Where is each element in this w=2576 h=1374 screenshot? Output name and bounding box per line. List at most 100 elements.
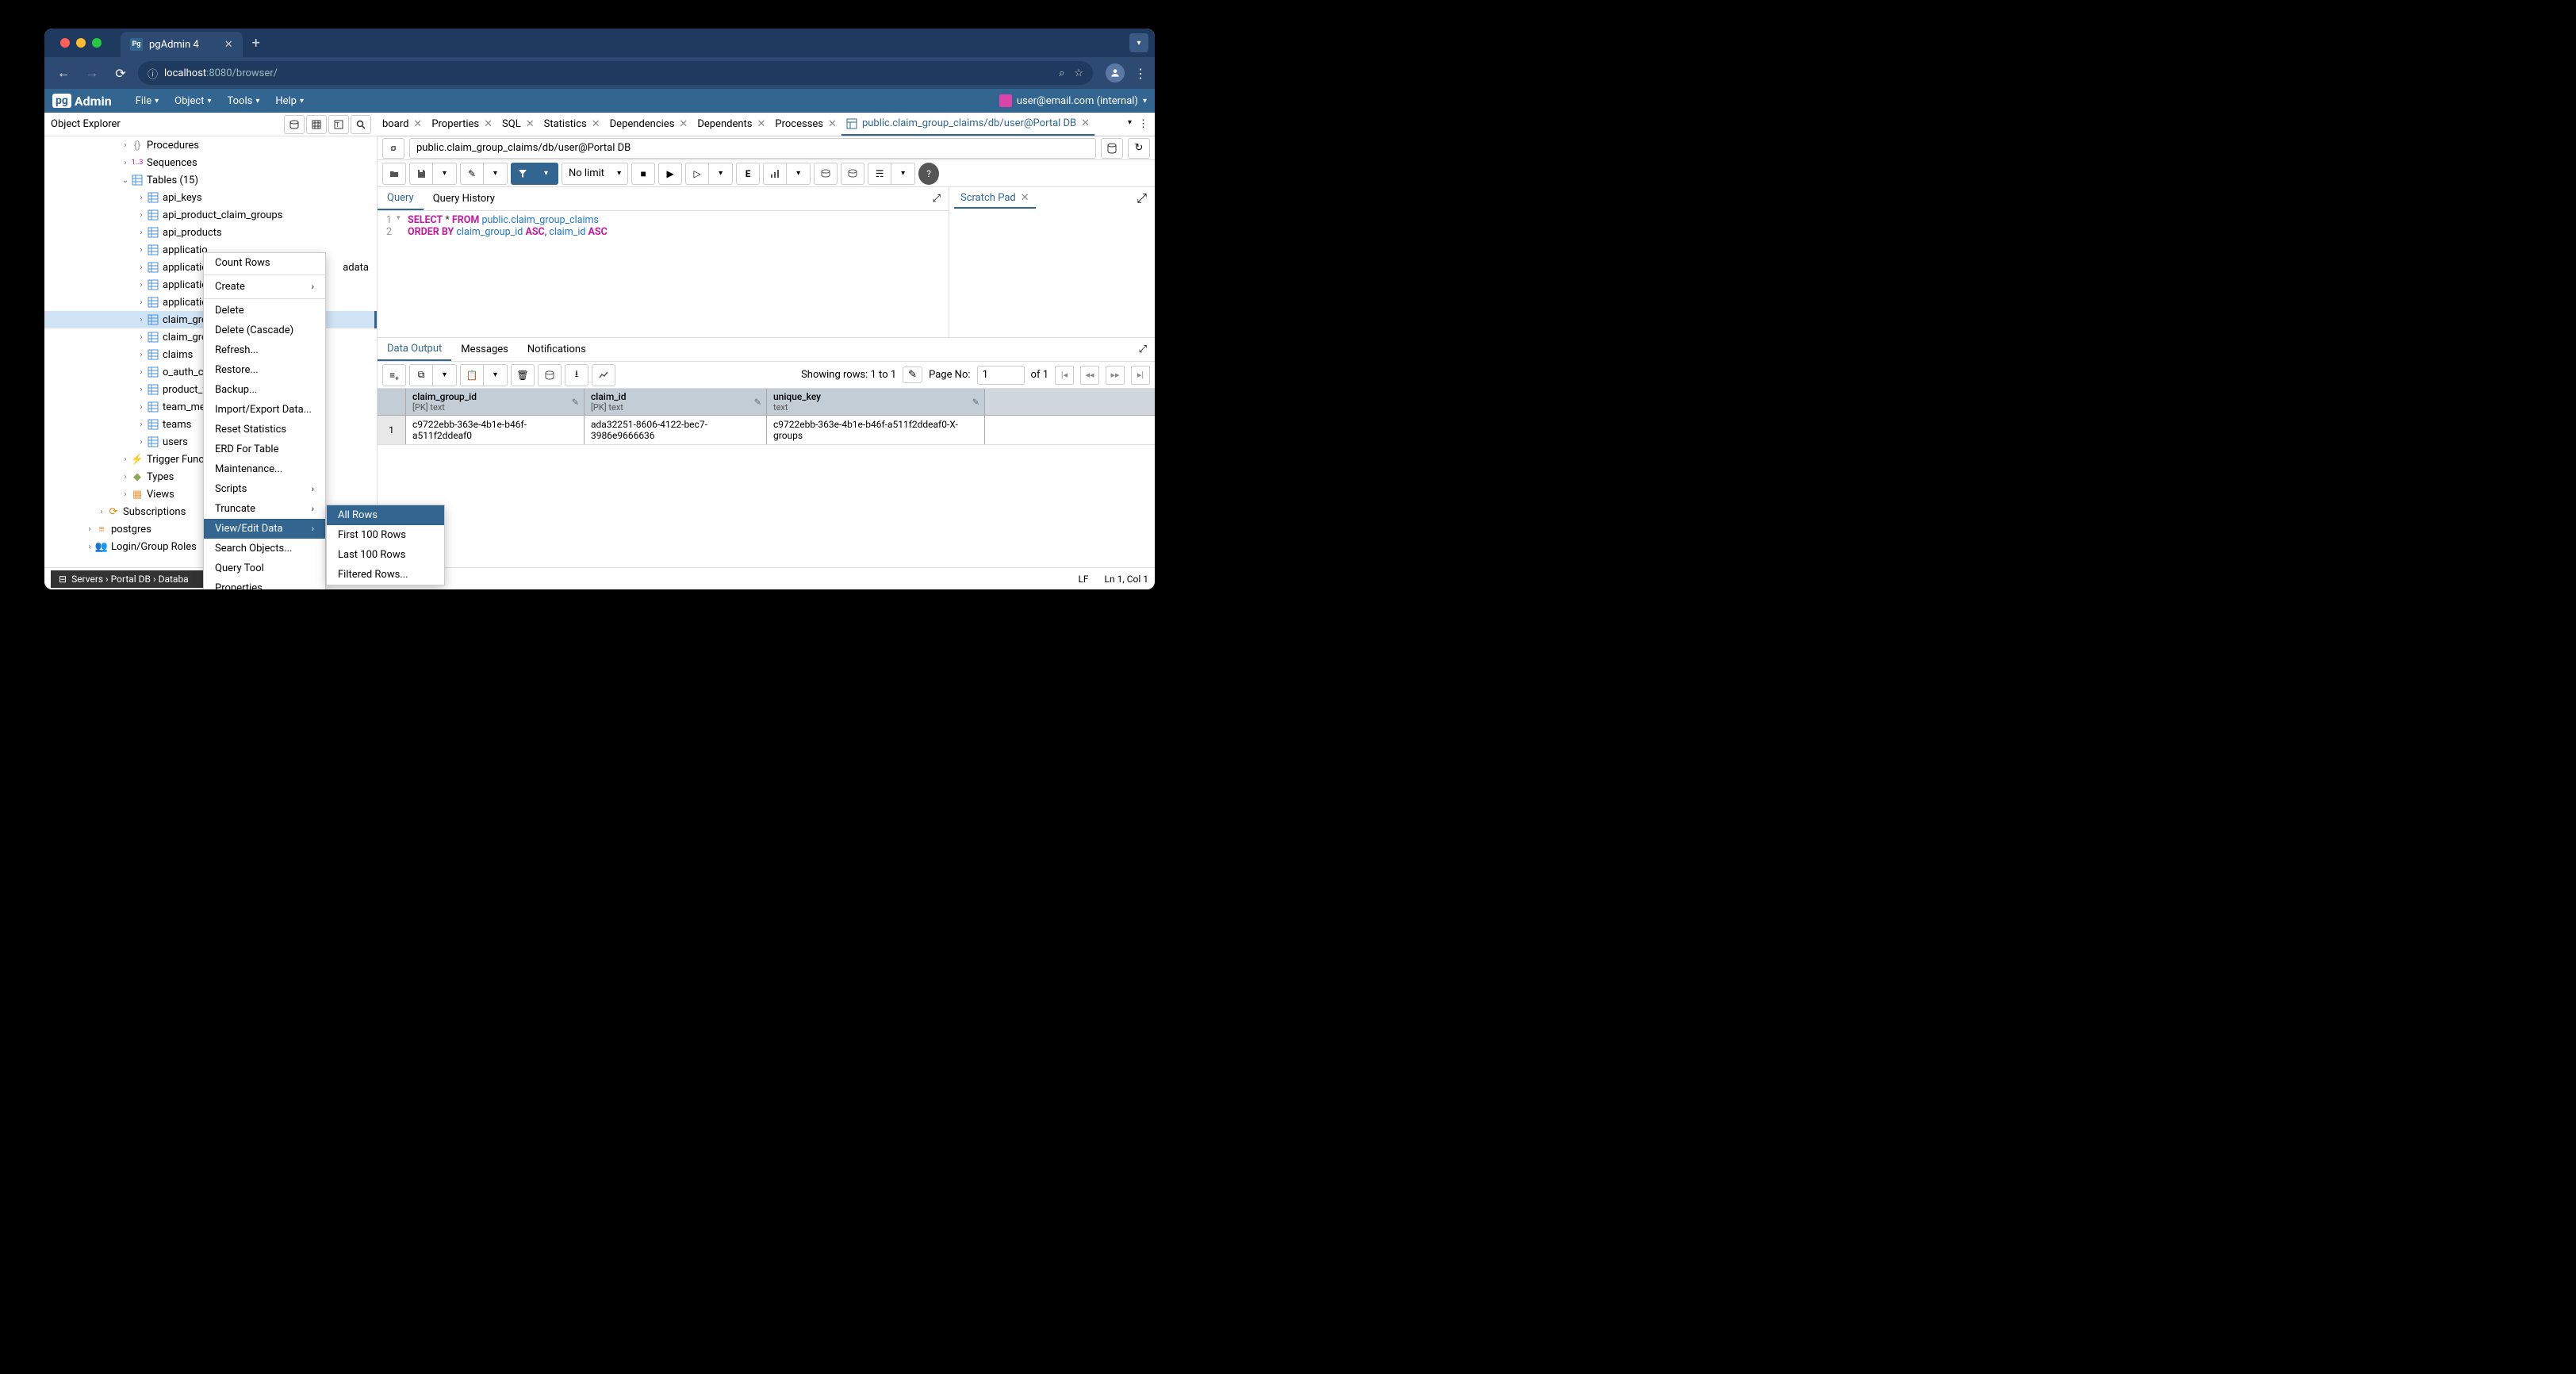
expand-editor-icon[interactable]: ⤢	[925, 193, 949, 205]
expand-scratch-icon[interactable]: ⤢	[1129, 190, 1155, 206]
prev-page-button[interactable]: ◂◂	[1080, 366, 1099, 385]
ctx-delete[interactable]: Delete	[204, 301, 325, 320]
ctx-properties-[interactable]: Properties...	[204, 578, 325, 589]
new-tab-button[interactable]: +	[252, 35, 260, 52]
tab-dependents[interactable]: Dependents✕	[692, 113, 770, 136]
reload-button[interactable]: ⟳	[109, 62, 132, 84]
execute-dropdown-button[interactable]: ▾	[709, 163, 733, 185]
ctx-query-tool[interactable]: Query Tool	[204, 558, 325, 578]
download-button[interactable]: ⭳	[565, 364, 588, 386]
reset-layout-button[interactable]: ↻	[1128, 138, 1150, 159]
close-icon[interactable]: ✕	[592, 118, 600, 130]
bookmark-star-icon[interactable]: ☆	[1074, 67, 1083, 79]
ctx-scripts[interactable]: Scripts›	[204, 479, 325, 499]
tree-toggle-icon[interactable]: ›	[120, 455, 131, 464]
password-key-icon[interactable]: ⌕	[1059, 67, 1064, 79]
ctx-refresh-[interactable]: Refresh...	[204, 340, 325, 360]
save-button[interactable]	[409, 163, 433, 185]
explain-button[interactable]: E	[736, 163, 760, 185]
explain-analyze-button[interactable]	[763, 163, 787, 185]
edit-rows-icon[interactable]: ✎	[903, 367, 922, 383]
tree-toggle-icon[interactable]: ›	[84, 525, 95, 534]
ctx-backup-[interactable]: Backup...	[204, 380, 325, 400]
tree-item[interactable]: ⌄ Tables (15)	[44, 171, 377, 189]
tree-toggle-icon[interactable]: ›	[96, 508, 107, 516]
grid-cell[interactable]: c9722ebb-363e-4b1e-b46f-a511f2ddeaf0	[406, 416, 585, 444]
tree-toggle-icon[interactable]: ›	[136, 420, 147, 429]
ctx-erd-for-table[interactable]: ERD For Table	[204, 439, 325, 459]
paste-button[interactable]: 📋	[460, 364, 484, 386]
output-tab-notifications[interactable]: Notifications	[518, 338, 596, 361]
site-info-icon[interactable]: ⓘ	[148, 66, 158, 81]
ctx-sub-last-rows[interactable]: Last 100 Rows	[327, 545, 444, 565]
tree-toggle-icon[interactable]: ›	[136, 194, 147, 202]
filter-dropdown-button[interactable]: ▾	[535, 163, 558, 185]
tab-processes[interactable]: Processes✕	[770, 113, 841, 136]
ctx-count-rows[interactable]: Count Rows	[204, 253, 325, 273]
tree-toggle-icon[interactable]: ›	[120, 159, 131, 167]
delete-row-button[interactable]: 🗑	[511, 364, 535, 386]
explorer-tool-db-icon[interactable]	[284, 115, 305, 134]
close-icon[interactable]: ✕	[679, 118, 688, 130]
tab-statistics[interactable]: Statistics✕	[539, 113, 605, 136]
save-data-button[interactable]	[538, 364, 562, 386]
column-header[interactable]: claim_group_id[PK] text✎	[406, 389, 585, 415]
output-tab-data-output[interactable]: Data Output	[378, 338, 451, 361]
copy-button[interactable]: ⧉	[409, 364, 433, 386]
close-icon[interactable]: ✕	[484, 118, 493, 130]
tab-menu-icon[interactable]: ⋮	[1138, 118, 1148, 130]
ctx-create[interactable]: Create›	[204, 277, 325, 297]
edit-column-icon[interactable]: ✎	[972, 397, 979, 407]
edit-column-icon[interactable]: ✎	[754, 397, 761, 407]
edit-column-icon[interactable]: ✎	[572, 397, 579, 407]
tree-toggle-icon[interactable]: ›	[136, 281, 147, 290]
tabs-dropdown-button[interactable]: ▾	[1129, 33, 1148, 52]
query-path-input[interactable]: public.claim_group_claims/db/user@Portal…	[409, 138, 1096, 159]
close-icon[interactable]: ✕	[413, 118, 422, 130]
close-icon[interactable]: ✕	[526, 118, 535, 130]
explorer-tool-filter-icon[interactable]: T	[328, 115, 349, 134]
address-bar[interactable]: ⓘ localhost:8080/browser/ ⌕ ☆	[138, 61, 1093, 85]
close-icon[interactable]: ✕	[828, 118, 837, 130]
tab-board[interactable]: board✕	[378, 113, 427, 136]
tree-toggle-icon[interactable]: ›	[136, 263, 147, 272]
tree-toggle-icon[interactable]: ›	[136, 228, 147, 237]
explorer-tool-grid-icon[interactable]	[306, 115, 327, 134]
output-tab-messages[interactable]: Messages	[451, 338, 518, 361]
tree-toggle-icon[interactable]: ›	[136, 403, 147, 412]
tree-item[interactable]: › api_products	[44, 224, 377, 241]
commit-button[interactable]	[814, 163, 838, 185]
tree-toggle-icon[interactable]: ›	[136, 246, 147, 255]
ctx-maintenance-[interactable]: Maintenance...	[204, 459, 325, 479]
grid-cell[interactable]: c9722ebb-363e-4b1e-b46f-a511f2ddeaf0-X-g…	[767, 416, 985, 444]
query-tab-query[interactable]: Query	[378, 187, 424, 210]
tree-toggle-icon[interactable]: ›	[120, 490, 131, 499]
tree-toggle-icon[interactable]: ›	[136, 316, 147, 324]
tree-toggle-icon[interactable]: ›	[120, 141, 131, 150]
tree-toggle-icon[interactable]: ›	[136, 351, 147, 359]
grid-cell[interactable]: ada32251-8606-4122-bec7-3986e9666636	[585, 416, 767, 444]
tab-query-tool[interactable]: public.claim_group_claims/db/user@Portal…	[841, 113, 1094, 136]
fold-icon[interactable]: ▾	[397, 214, 408, 226]
ctx-view-edit-data[interactable]: View/Edit Data›	[204, 519, 325, 539]
close-window-button[interactable]	[60, 38, 70, 48]
table-row[interactable]: 1 c9722ebb-363e-4b1e-b46f-a511f2ddeaf0ad…	[378, 416, 1155, 445]
ctx-sub-all-rows[interactable]: All Rows	[327, 505, 444, 525]
limit-select[interactable]: No limit ▾	[562, 163, 628, 185]
copy-dropdown-button[interactable]: ▾	[433, 364, 457, 386]
close-icon[interactable]: ✕	[1081, 117, 1090, 129]
row-number-header[interactable]	[378, 389, 406, 415]
ctx-restore-[interactable]: Restore...	[204, 360, 325, 380]
graph-button[interactable]	[592, 364, 615, 386]
tab-dropdown-icon[interactable]: ▾	[1128, 118, 1132, 130]
last-page-button[interactable]: ▸|	[1131, 366, 1150, 385]
db-picker-button[interactable]	[1101, 138, 1123, 159]
filter-button[interactable]	[511, 163, 535, 185]
menu-file[interactable]: File ▾	[128, 92, 167, 110]
help-button[interactable]: ?	[918, 163, 939, 185]
scratch-pad-tab[interactable]: Scratch Pad ✕	[954, 189, 1036, 209]
menu-help[interactable]: Help ▾	[267, 92, 312, 110]
menu-object[interactable]: Object ▾	[167, 92, 219, 110]
page-number-input[interactable]	[977, 366, 1025, 385]
ctx-search-objects-[interactable]: Search Objects...	[204, 539, 325, 558]
